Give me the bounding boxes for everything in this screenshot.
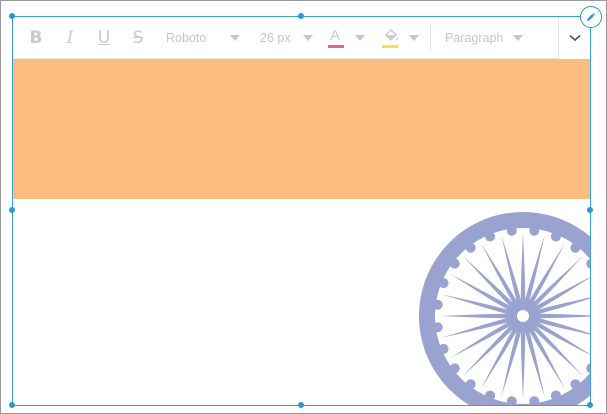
text-color-button[interactable]: A	[328, 23, 365, 53]
flag-canvas[interactable]: B I U S Roboto 26 px A Paragraph	[12, 17, 591, 406]
italic-button[interactable]: I	[58, 26, 82, 50]
chakra-rim-dot	[586, 363, 591, 374]
chevron-down-icon	[355, 35, 365, 41]
chakra-hub	[515, 308, 531, 324]
chakra-rim-dot	[432, 299, 443, 310]
highlight-color-button[interactable]	[382, 23, 419, 53]
underline-button[interactable]: U	[92, 26, 116, 50]
chevron-down-icon	[569, 34, 581, 42]
chakra-rim-dot	[449, 258, 460, 269]
chakra-rim-dot	[586, 258, 591, 269]
block-format-value: Paragraph	[445, 31, 504, 45]
resize-handle-right[interactable]	[587, 207, 593, 213]
resize-handle-bottom-left[interactable]	[9, 402, 15, 408]
underline-icon: U	[97, 28, 111, 48]
italic-icon: I	[66, 28, 74, 48]
chakra-rim-dot	[432, 322, 443, 333]
chakra-rim-dot	[449, 363, 460, 374]
saffron-stripe	[12, 59, 591, 199]
resize-handle-bottom[interactable]	[298, 402, 304, 408]
pencil-icon	[587, 12, 596, 21]
chakra-rim-dot	[438, 278, 449, 289]
resize-handle-top-left[interactable]	[9, 13, 15, 19]
resize-handle-bottom-right[interactable]	[587, 402, 593, 408]
highlight-color-swatch	[382, 45, 398, 48]
chakra-rim-dot	[506, 225, 517, 236]
chakra-rim-dot	[529, 225, 540, 236]
chakra-rim-dot	[550, 390, 561, 401]
resize-handle-left[interactable]	[9, 207, 15, 213]
text-color-icon: A	[328, 25, 346, 51]
bold-icon: B	[29, 28, 43, 48]
resize-handle-top[interactable]	[298, 13, 304, 19]
chakra-rim-dot	[438, 343, 449, 354]
chakra-rim-dot	[570, 242, 581, 253]
font-size-select[interactable]: 26 px	[260, 26, 320, 50]
chakra-rim-dot	[529, 396, 540, 406]
bold-button[interactable]: B	[24, 26, 48, 50]
paint-bucket-icon	[382, 25, 400, 51]
chakra-rim-dot	[506, 396, 517, 406]
chakra-rim-dot	[465, 379, 476, 390]
chevron-down-icon	[302, 35, 313, 41]
chakra-rim-dot	[550, 231, 561, 242]
font-family-select[interactable]: Roboto	[166, 26, 246, 50]
chakra-rim-dot	[485, 231, 496, 242]
strikethrough-button[interactable]: S	[126, 26, 150, 50]
chakra-rim-dot	[465, 242, 476, 253]
edit-button[interactable]	[580, 6, 602, 28]
chevron-down-icon	[409, 35, 419, 41]
strikethrough-icon: S	[132, 28, 144, 48]
font-family-value: Roboto	[166, 31, 207, 45]
chevron-down-icon	[513, 35, 524, 41]
toolbar-divider	[430, 24, 431, 51]
font-size-value: 26 px	[260, 31, 291, 45]
chakra-rim-dot	[485, 390, 496, 401]
text-format-toolbar: B I U S Roboto 26 px A Paragraph	[12, 17, 591, 59]
chevron-down-icon	[230, 35, 241, 41]
text-color-swatch	[328, 45, 344, 48]
chakra-rim-dot	[570, 379, 581, 390]
ashoka-chakra-icon	[419, 212, 591, 406]
block-format-select[interactable]: Paragraph	[445, 26, 540, 50]
